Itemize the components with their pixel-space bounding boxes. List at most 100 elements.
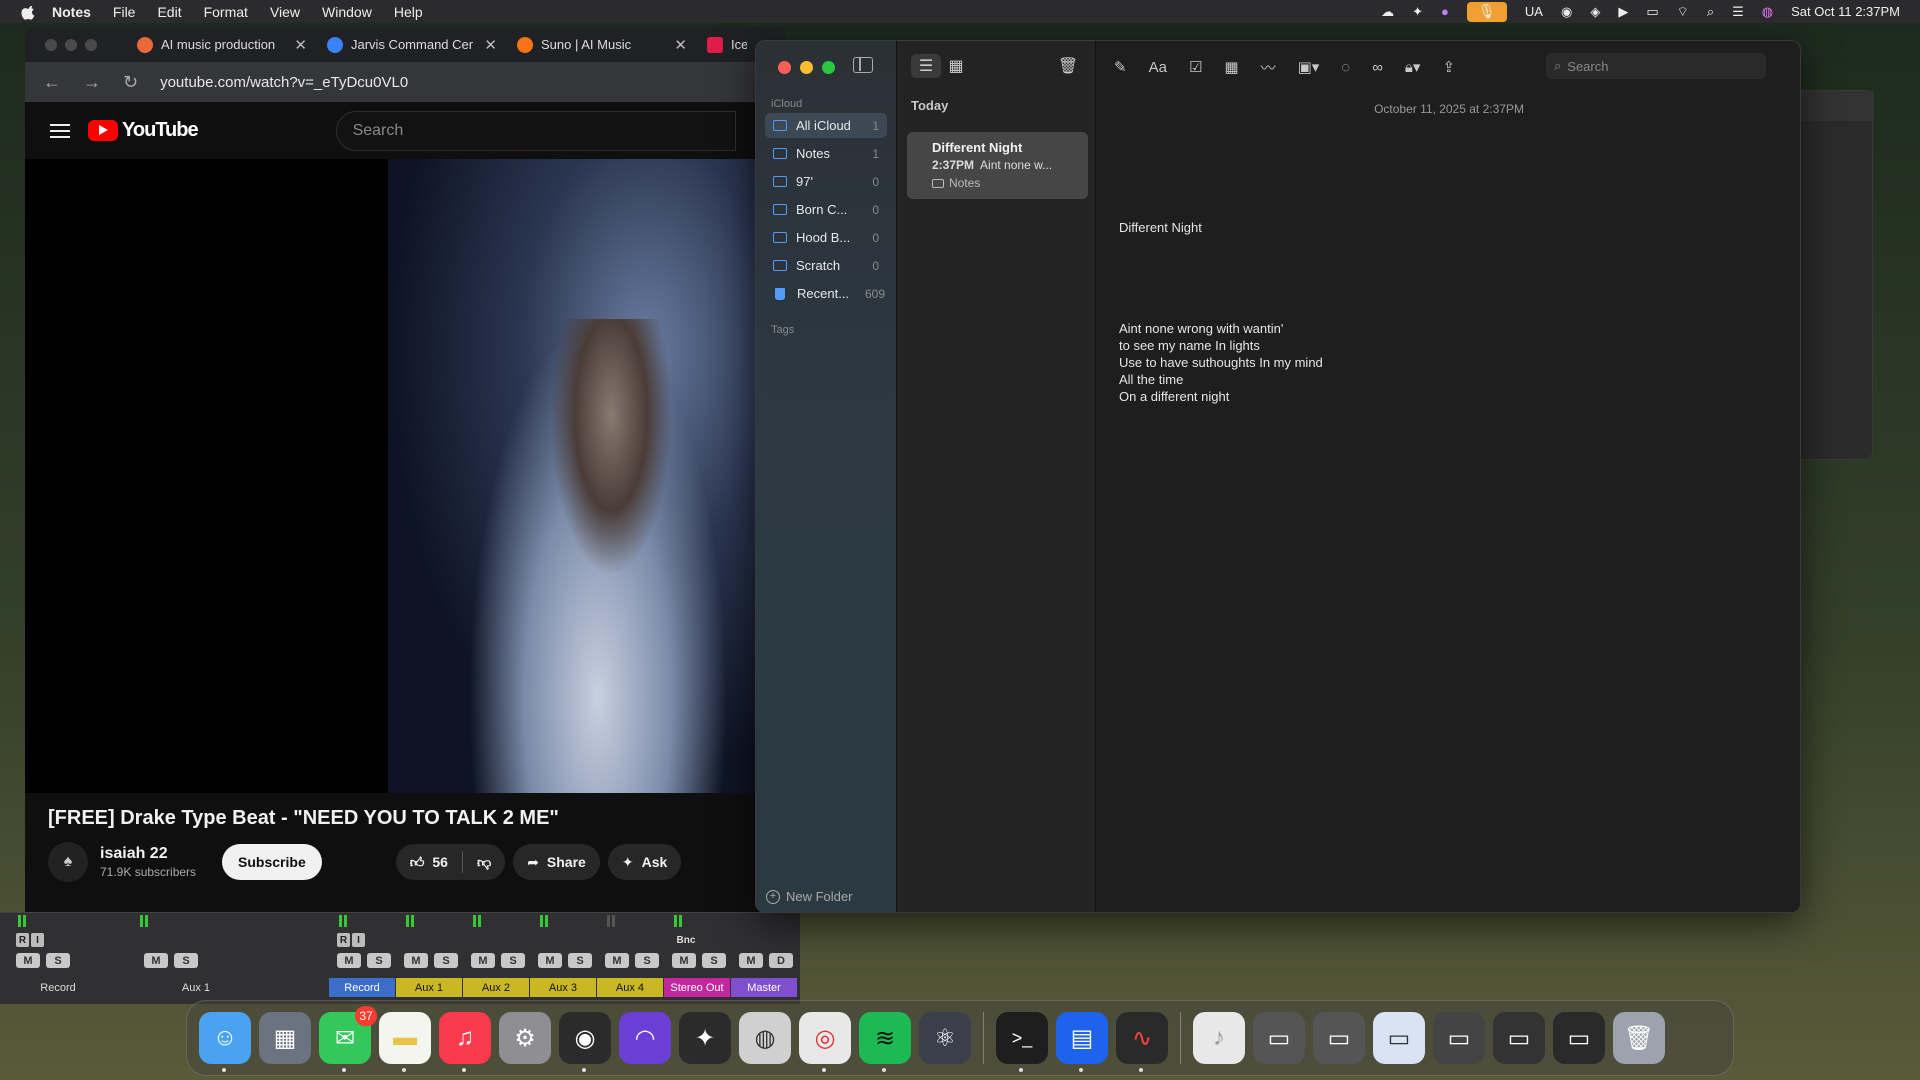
mute-button[interactable]: M [144,953,168,968]
window-thumbnail-icon[interactable]: ▭ [1373,1012,1425,1064]
channel-avatar[interactable]: ♠ [48,842,88,882]
record-enable-button[interactable]: R [16,933,29,947]
note-body[interactable]: Aint none wrong with wantin' to see my n… [1119,320,1323,405]
audio-icon[interactable]: 〰 [1261,57,1276,78]
menu-app-name[interactable]: Notes [52,4,91,20]
window-thumbnail-icon[interactable]: ▭ [1253,1012,1305,1064]
solo-button[interactable]: S [367,953,391,968]
like-count[interactable]: 56 [432,854,448,870]
share-button[interactable]: ➦ Share [513,844,600,880]
mute-button[interactable]: M [672,953,696,968]
hamburger-menu-icon[interactable] [50,120,70,142]
notes-search-input[interactable]: ⌕ Search [1546,53,1766,79]
back-icon[interactable]: ← [43,72,61,93]
mainstage-icon[interactable]: ✦ [679,1012,731,1064]
reload-icon[interactable]: ↻ [123,72,138,93]
spotlight-icon[interactable]: ⌕ [1707,4,1714,20]
gallery-view-icon[interactable]: ▦ [941,54,971,78]
play-icon[interactable]: ▶ [1618,4,1628,20]
delete-note-icon[interactable]: 🗑︎ [1053,54,1083,78]
solo-button[interactable]: S [568,953,592,968]
sparkle-icon[interactable]: ✦ [1412,4,1423,20]
atom-icon[interactable]: ⚛ [919,1012,971,1064]
arc-icon[interactable]: ◠ [619,1012,671,1064]
compressor-icon[interactable]: ◍ [739,1012,791,1064]
trash-icon[interactable]: 🗑︎ [1613,1012,1665,1064]
new-folder-button[interactable]: + New Folder [766,889,852,904]
forward-icon[interactable]: → [83,72,101,93]
solo-button[interactable]: S [434,953,458,968]
menu-file[interactable]: File [113,4,136,20]
youtube-logo[interactable]: YouTube [88,119,199,142]
table-icon[interactable]: ▦ [1224,58,1238,76]
solo-button[interactable]: S [501,953,525,968]
close-window-button[interactable] [45,38,57,51]
url-field[interactable]: youtube.com/watch?v=_eTyDcu0VL0 [160,74,408,91]
folder-97[interactable]: 97' 0 [765,169,887,194]
record-enable-button[interactable]: R [337,933,350,947]
input-monitor-button[interactable]: I [31,933,44,947]
zoom-window-button[interactable] [822,61,835,74]
folder-born[interactable]: Born C... 0 [765,197,887,222]
menu-window[interactable]: Window [322,4,372,20]
music-icon[interactable]: ♫ [439,1012,491,1072]
ask-button[interactable]: ✦ Ask [607,844,682,880]
tab-close-icon[interactable]: ✕ [484,36,497,54]
channel-name[interactable]: isaiah 22 [100,845,196,863]
menu-edit[interactable]: Edit [157,4,181,20]
battery-icon[interactable]: ▭ [1646,4,1658,20]
menu-help[interactable]: Help [394,4,423,20]
weather-icon[interactable]: ☁ [1381,4,1394,20]
compose-icon[interactable]: ✎ [1114,58,1127,76]
app-extra-icon[interactable]: ● [1441,4,1449,19]
solo-button[interactable]: S [635,953,659,968]
chrome-icon[interactable]: ◎ [799,1012,851,1072]
music-file-icon[interactable]: ♪ [1193,1012,1245,1064]
close-window-button[interactable] [778,61,791,74]
video-player[interactable] [25,159,785,793]
note-title[interactable]: Different Night [1119,219,1202,236]
mute-button[interactable]: M [538,953,562,968]
voice-memos-icon[interactable]: ∿ [1116,1012,1168,1072]
menu-format[interactable]: Format [204,4,248,20]
status-app-icon[interactable]: ◉ [1561,4,1572,20]
folder-hood[interactable]: Hood B... 0 [765,225,887,250]
media-icon[interactable]: ▣▾ [1298,58,1320,76]
window-thumbnail-icon[interactable]: ▭ [1553,1012,1605,1064]
spotify-icon[interactable]: ≋ [859,1012,911,1072]
tab-close-icon[interactable]: ✕ [674,36,687,54]
browser-tab[interactable]: Ice [697,27,757,62]
youtube-search-input[interactable]: Search [335,110,736,151]
clock[interactable]: Sat Oct 11 2:37PM [1791,4,1900,19]
browser-tab[interactable]: Suno | AI Music ✕ [507,27,697,62]
format-text-icon[interactable]: Aa [1149,59,1167,76]
logic-pro-icon[interactable]: ◉ [559,1012,611,1072]
folder-scratch[interactable]: Scratch 0 [765,253,887,278]
folder-recently-deleted[interactable]: Recent... 609 [765,281,887,306]
subscribe-button[interactable]: Subscribe [222,844,322,880]
apple-menu-icon[interactable] [20,3,38,21]
docker-icon[interactable]: ▤ [1056,1012,1108,1072]
note-list-item[interactable]: Different Night 2:37PM Aint none w... Not… [907,132,1088,199]
note-line[interactable]: Aint none wrong with wantin' [1119,320,1323,337]
list-view-icon[interactable]: ☰ [911,54,941,78]
minimize-window-button[interactable] [800,61,813,74]
mute-button[interactable]: M [605,953,629,968]
zoom-window-button[interactable] [85,38,97,51]
window-thumbnail-icon[interactable]: ▭ [1313,1012,1365,1064]
sidebar-toggle-icon[interactable] [853,57,873,73]
mute-button[interactable]: M [16,953,40,968]
solo-button[interactable]: S [702,953,726,968]
folder-all-icloud[interactable]: All iCloud 1 [765,113,887,138]
markup-icon[interactable]: ◌ [1341,59,1350,76]
messages-icon[interactable]: ✉ 37 [319,1006,377,1072]
like-icon[interactable]: 👍︎ [410,854,425,871]
checklist-icon[interactable]: ☑ [1189,58,1202,76]
control-center-icon[interactable]: ☰ [1732,4,1744,20]
notes-app-icon[interactable]: ▬ [379,1012,431,1072]
collaborate-icon[interactable]: ∞ [1372,59,1383,76]
browser-tab[interactable]: Jarvis Command Cer ✕ [317,27,507,62]
bounce-button[interactable]: Bnc [672,933,700,947]
mute-button[interactable]: M [404,953,428,968]
browser-tab[interactable]: AI music production ✕ [127,27,317,62]
